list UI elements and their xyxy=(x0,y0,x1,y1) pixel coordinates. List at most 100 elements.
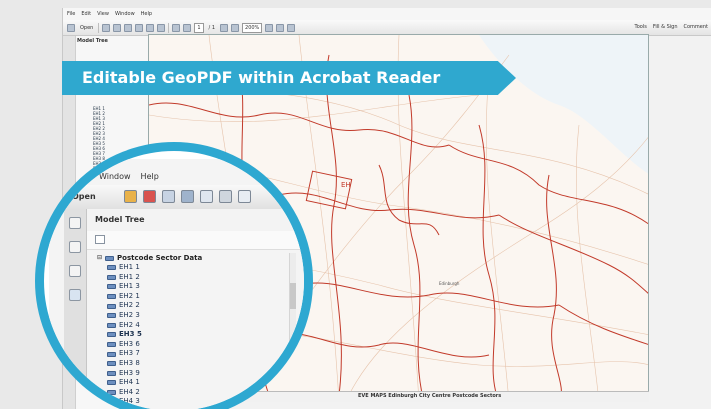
tree-item-label: EH4 1 xyxy=(119,378,140,387)
layer-icon xyxy=(107,351,116,357)
tree-item-label: EH2 3 xyxy=(119,310,140,319)
comment-icon[interactable] xyxy=(287,23,296,32)
edit-icon[interactable] xyxy=(143,190,156,203)
tree-item[interactable]: EH4 1 xyxy=(97,378,202,388)
folder-icon[interactable] xyxy=(67,23,75,32)
tree-item-label: EH4 3 xyxy=(119,397,140,406)
comment-link[interactable]: Comment xyxy=(684,24,709,30)
pane-title: Model Tree xyxy=(95,215,145,224)
menu-file[interactable]: File xyxy=(67,11,75,17)
tree-item[interactable]: EH2 4 xyxy=(97,321,202,331)
next-page-icon[interactable] xyxy=(183,23,192,32)
tree-item[interactable]: EH1 2 xyxy=(97,273,202,283)
tree-item[interactable]: EH2 2 xyxy=(97,301,202,311)
toolbar-right-links: Tools Fill & Sign Comment xyxy=(635,24,709,30)
email-icon[interactable] xyxy=(157,23,166,32)
menu-window[interactable]: Window xyxy=(99,172,131,181)
tree-item[interactable]: EH4 3 xyxy=(97,397,202,407)
layer-icon xyxy=(107,284,116,290)
pages-icon[interactable] xyxy=(69,217,81,229)
menu-help[interactable]: Help xyxy=(141,172,159,181)
toolbar-divider xyxy=(98,22,100,33)
collaborate-icon[interactable] xyxy=(181,190,194,203)
menu-edit[interactable]: Edit xyxy=(81,11,91,17)
map-town-label: Edinburgh xyxy=(439,281,460,286)
tree-item-label: EH3 5 xyxy=(119,330,142,339)
tree-root[interactable]: ⊟ Postcode Sector Data xyxy=(97,253,202,263)
toolbar-icons xyxy=(124,190,251,203)
zoom-out-icon[interactable] xyxy=(220,23,229,32)
save-icon[interactable] xyxy=(135,23,144,32)
tree-item[interactable]: EH3 9 xyxy=(97,369,202,379)
zoom-select[interactable]: 200% xyxy=(242,22,263,33)
menu-bar: File Edit View Window Help xyxy=(63,8,711,20)
share-icon[interactable] xyxy=(162,190,175,203)
model-tree: ⊟ Postcode Sector Data EH1 1 EH1 2 EH1 3 … xyxy=(97,253,202,407)
options-icon[interactable] xyxy=(95,235,105,244)
page-number-input[interactable]: 1 xyxy=(194,22,204,33)
tree-item[interactable]: EH3 8 xyxy=(97,359,202,369)
menu-help[interactable]: Help xyxy=(141,11,152,17)
share-icon[interactable] xyxy=(124,23,133,32)
tree-item[interactable]: EH1 1 xyxy=(97,263,202,273)
map-label-eh3: EH xyxy=(341,181,351,189)
tree-item[interactable]: EH2 1 xyxy=(97,292,202,302)
create-pdf-icon[interactable] xyxy=(124,190,137,203)
tree-item-label: EH3 9 xyxy=(119,368,140,377)
layers-icon[interactable] xyxy=(69,265,81,277)
open-button[interactable]: Open xyxy=(72,192,96,201)
tree-item-label: EH1 3 xyxy=(119,282,140,291)
tree-item-label: EH3 7 xyxy=(119,349,140,358)
layer-icon xyxy=(107,361,116,367)
attachments-icon[interactable] xyxy=(69,241,81,253)
model-tree-header: Model Tree xyxy=(87,209,304,232)
banner-text: Editable GeoPDF within Acrobat Reader xyxy=(82,68,441,87)
zoom-in-icon[interactable] xyxy=(231,23,240,32)
tree-item[interactable]: EH3 6 xyxy=(97,340,202,350)
layer-icon xyxy=(107,303,116,309)
tree-item-label: EH2 1 xyxy=(119,291,140,300)
email-icon[interactable] xyxy=(238,190,251,203)
fit-page-icon[interactable] xyxy=(265,23,274,32)
magnified-menu: Window Help xyxy=(99,172,159,181)
tree-item-label: EH3 6 xyxy=(119,339,140,348)
tree-scrollbar[interactable] xyxy=(289,253,296,409)
layer-icon xyxy=(105,255,115,261)
tools-link[interactable]: Tools xyxy=(635,24,647,30)
magnified-nav-sidebar xyxy=(64,209,87,409)
tree-item[interactable]: EH2 3 xyxy=(97,311,202,321)
layer-icon xyxy=(107,399,116,405)
layer-icon xyxy=(107,380,116,386)
create-pdf-icon[interactable] xyxy=(102,23,111,32)
tree-item[interactable]: EH1 3 xyxy=(97,282,202,292)
print-icon[interactable] xyxy=(146,23,155,32)
magnifier-callout: Window Help Open Model Tree ⊟ Postcode S… xyxy=(35,142,313,409)
magnified-toolbar: Open xyxy=(64,185,304,210)
tree-item[interactable]: EH3 7 xyxy=(97,349,202,359)
tree-item-label: EH4 2 xyxy=(119,387,140,396)
previous-page-icon[interactable] xyxy=(172,23,181,32)
edit-icon[interactable] xyxy=(113,23,122,32)
layer-icon xyxy=(107,342,116,348)
layer-icon xyxy=(107,322,116,328)
layer-icon xyxy=(107,265,116,271)
tree-item-label: EH3 8 xyxy=(119,358,140,367)
open-button[interactable]: Open xyxy=(78,25,95,31)
menu-view[interactable]: View xyxy=(97,11,109,17)
menu-window[interactable]: Window xyxy=(115,11,135,17)
save-icon[interactable] xyxy=(200,190,213,203)
collapse-icon[interactable]: ⊟ xyxy=(97,253,102,263)
tree-item-label: EH1 2 xyxy=(119,272,140,281)
fill-sign-link[interactable]: Fill & Sign xyxy=(653,24,678,30)
tree-item[interactable]: EH4 2 xyxy=(97,388,202,398)
tree-item-selected[interactable]: EH3 5 xyxy=(97,330,202,340)
print-icon[interactable] xyxy=(219,190,232,203)
tree-item-label: EH1 1 xyxy=(119,263,140,271)
model-tree-icon[interactable] xyxy=(69,289,81,301)
feature-banner: Editable GeoPDF within Acrobat Reader xyxy=(62,61,516,95)
screenshot-stage: File Edit View Window Help Open 1 / 1 20… xyxy=(0,0,711,409)
read-mode-icon[interactable] xyxy=(276,23,285,32)
toolbar-divider xyxy=(168,22,170,33)
scrollbar-thumb[interactable] xyxy=(290,283,296,309)
layer-icon xyxy=(107,313,116,319)
